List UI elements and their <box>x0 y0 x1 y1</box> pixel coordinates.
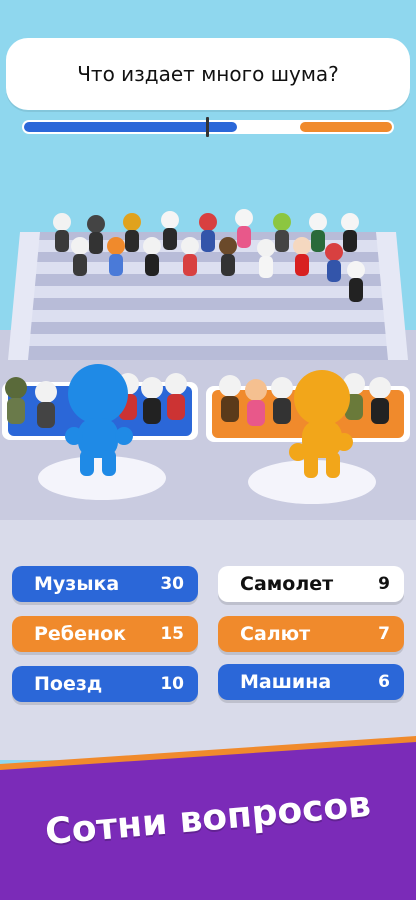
answer-train[interactable]: Поезд 10 <box>12 666 198 702</box>
answer-count: 10 <box>160 674 184 694</box>
answer-child[interactable]: Ребенок 15 <box>12 616 198 652</box>
answer-count: 15 <box>160 624 184 644</box>
answer-count: 7 <box>378 624 390 644</box>
question-text: Что издает много шума? <box>77 62 339 86</box>
answer-music[interactable]: Музыка 30 <box>12 566 198 602</box>
answer-label: Самолет <box>240 573 334 595</box>
answer-label: Ребенок <box>34 623 127 645</box>
answer-fireworks[interactable]: Салют 7 <box>218 616 404 652</box>
timer-bar <box>22 117 394 137</box>
answer-label: Поезд <box>34 673 103 695</box>
answer-count: 30 <box>160 574 184 594</box>
answer-car[interactable]: Машина 6 <box>218 664 404 700</box>
answers-board: Музыка 30 Самолет 9 Ребенок 15 Салют 7 П… <box>0 560 416 720</box>
question-card: Что издает много шума? <box>6 38 410 110</box>
answer-label: Салют <box>240 623 311 645</box>
answer-label: Музыка <box>34 573 120 595</box>
answer-label: Машина <box>240 671 332 693</box>
answer-airplane[interactable]: Самолет 9 <box>218 566 404 602</box>
timer-orange-fill <box>300 122 392 132</box>
answer-count: 9 <box>378 574 390 594</box>
timer-marker <box>206 117 209 137</box>
answer-count: 6 <box>378 672 390 692</box>
